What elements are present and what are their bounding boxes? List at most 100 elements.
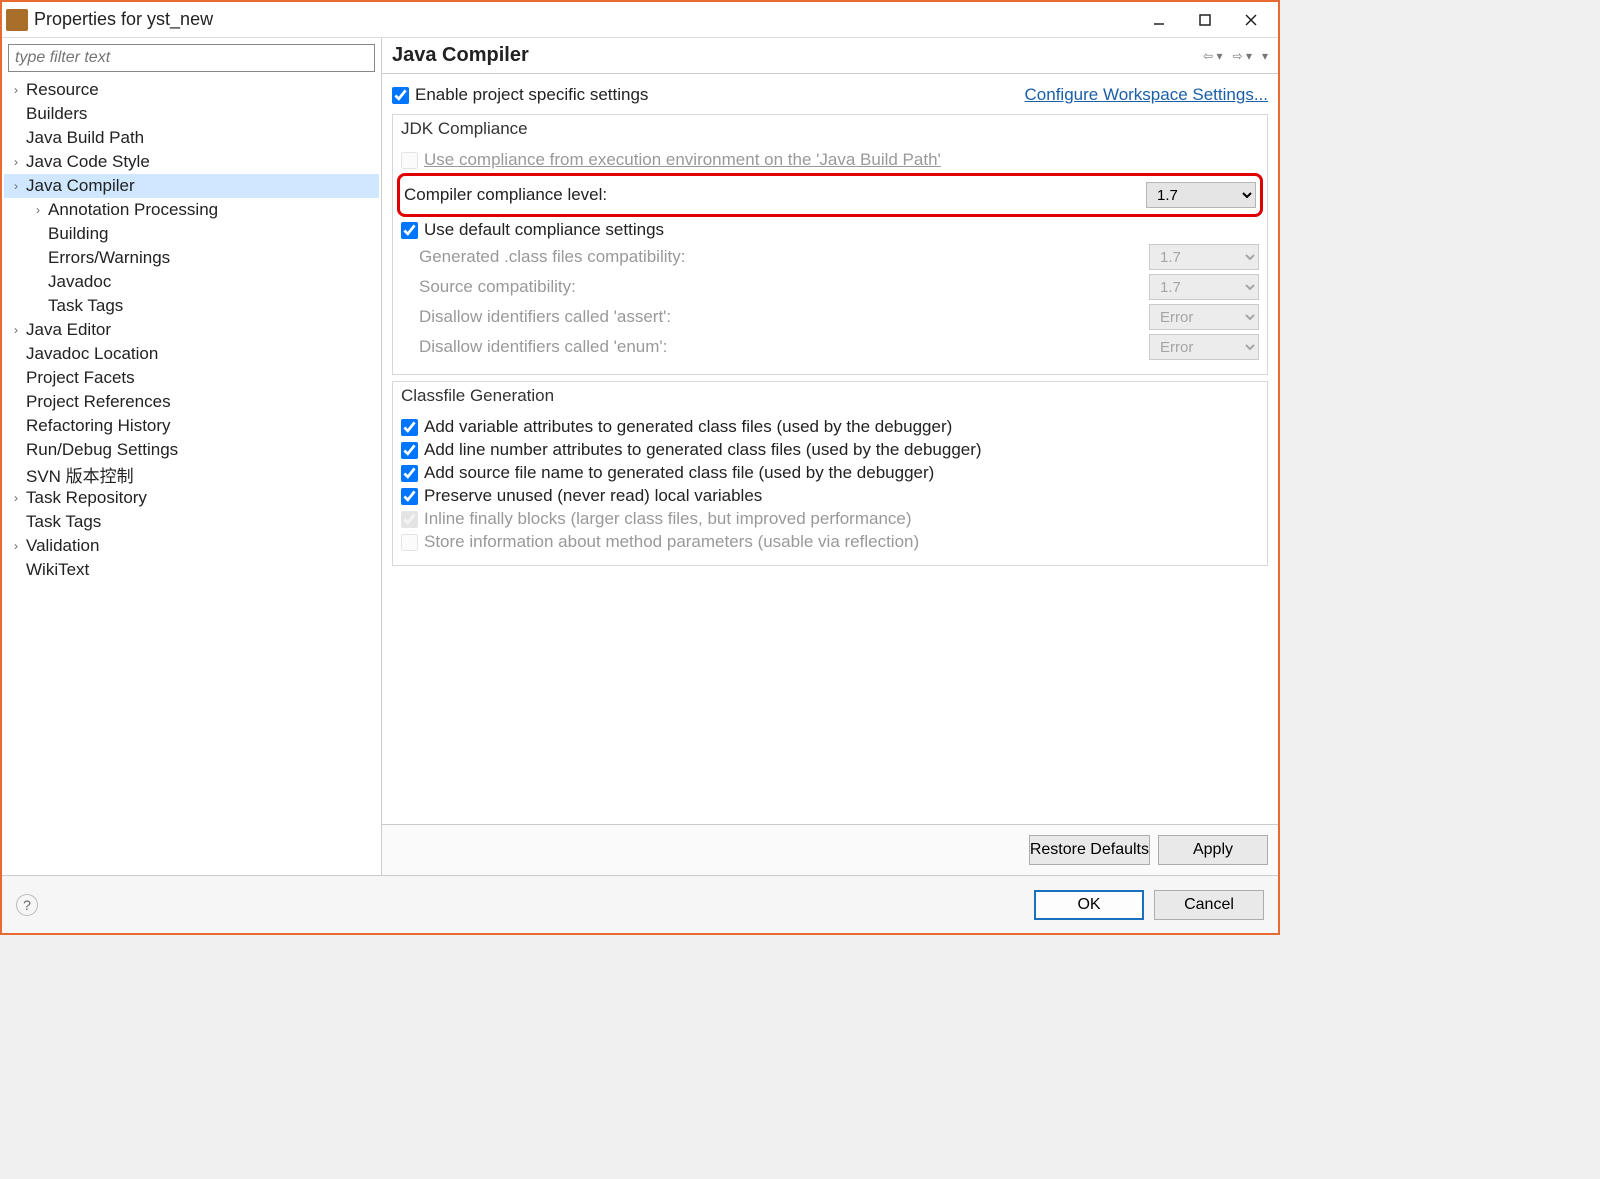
tree-item[interactable]: Javadoc: [4, 270, 379, 294]
dialog-footer: ? OK Cancel: [2, 875, 1278, 933]
page-title: Java Compiler: [392, 44, 1203, 67]
minimize-button[interactable]: [1136, 2, 1182, 38]
tree-item[interactable]: › Resource: [4, 78, 379, 102]
tree-item[interactable]: ›Java Editor: [4, 318, 379, 342]
maximize-button[interactable]: [1182, 2, 1228, 38]
category-tree[interactable]: › Resource Builders Java Build Path › Java Co…: [2, 74, 381, 875]
cf-var-attr-checkbox[interactable]: [401, 419, 418, 436]
tree-item[interactable]: › Java Code Style: [4, 150, 379, 174]
expand-icon[interactable]: ›: [10, 539, 22, 553]
cf-src-name[interactable]: Add source file name to generated class …: [401, 463, 1259, 483]
expand-icon[interactable]: ›: [10, 179, 22, 193]
ccl-select[interactable]: 1.7: [1146, 182, 1256, 208]
expand-icon[interactable]: ›: [10, 323, 22, 337]
tree-item[interactable]: Javadoc Location: [4, 342, 379, 366]
cf-preserve-label: Preserve unused (never read) local varia…: [424, 486, 762, 506]
gen-class-select: 1.7: [1149, 244, 1259, 270]
cf-line-num-checkbox[interactable]: [401, 442, 418, 459]
expand-icon[interactable]: ›: [10, 155, 22, 169]
cf-src-name-label: Add source file name to generated class …: [424, 463, 934, 483]
expand-icon[interactable]: ›: [10, 83, 22, 97]
tree-item-label: WikiText: [26, 560, 89, 580]
cf-store-params: Store information about method parameter…: [401, 532, 1259, 552]
tree-item-label: Java Build Path: [26, 128, 144, 148]
gen-class-label: Generated .class files compatibility:: [419, 247, 1149, 267]
tree-item[interactable]: Task Tags: [4, 510, 379, 534]
cancel-button[interactable]: Cancel: [1154, 890, 1264, 920]
enable-project-checkbox[interactable]: [392, 87, 409, 104]
tree-item-label: Javadoc Location: [26, 344, 158, 364]
tree-item[interactable]: WikiText: [4, 558, 379, 582]
page-nav-icons[interactable]: ⇦ ▾ ⇨ ▾ ▾: [1203, 49, 1268, 63]
page-header: Java Compiler ⇦ ▾ ⇨ ▾ ▾: [382, 38, 1278, 74]
expand-icon[interactable]: ›: [10, 491, 22, 505]
help-icon[interactable]: ?: [16, 894, 38, 916]
tree-item[interactable]: › Annotation Processing: [4, 198, 379, 222]
cf-store-checkbox: [401, 534, 418, 551]
configure-workspace-link[interactable]: Configure Workspace Settings...: [1025, 85, 1268, 105]
window-title: Properties for yst_new: [34, 9, 1136, 30]
classfile-section: Classfile Generation Add variable attrib…: [392, 381, 1268, 566]
tree-item[interactable]: Building: [4, 222, 379, 246]
settings-panel: Enable project specific settings Configu…: [382, 74, 1278, 576]
tree-item[interactable]: › Task Repository: [4, 486, 379, 510]
cf-inline-label: Inline finally blocks (larger class file…: [424, 509, 912, 529]
tree-item[interactable]: Refactoring History: [4, 414, 379, 438]
right-pane: Java Compiler ⇦ ▾ ⇨ ▾ ▾ Enable project s…: [382, 38, 1278, 875]
tree-item-label: Javadoc: [48, 272, 111, 292]
tree-item-label: Run/Debug Settings: [26, 440, 178, 460]
tree-item-label: Validation: [26, 536, 99, 556]
tree-item-label: Building: [48, 224, 109, 244]
cf-preserve-checkbox[interactable]: [401, 488, 418, 505]
dis-enum-label: Disallow identifiers called 'enum':: [419, 337, 1149, 357]
cf-var-attr[interactable]: Add variable attributes to generated cla…: [401, 417, 1259, 437]
tree-item-label: Resource: [26, 80, 99, 100]
filter-input[interactable]: [8, 44, 375, 72]
titlebar: Properties for yst_new: [2, 2, 1278, 38]
close-button[interactable]: [1228, 2, 1274, 38]
cf-preserve-unused[interactable]: Preserve unused (never read) local varia…: [401, 486, 1259, 506]
tree-item[interactable]: Run/Debug Settings: [4, 438, 379, 462]
tree-item[interactable]: Java Build Path: [4, 126, 379, 150]
use-default-compliance[interactable]: Use default compliance settings: [401, 220, 1259, 240]
ok-button[interactable]: OK: [1034, 890, 1144, 920]
tree-item-label: Builders: [26, 104, 87, 124]
tree-item[interactable]: SVN 版本控制: [4, 462, 379, 486]
tree-item-label: Java Compiler: [26, 176, 135, 196]
tree-item[interactable]: Errors/Warnings: [4, 246, 379, 270]
jdk-header: JDK Compliance: [393, 115, 1267, 143]
cf-line-num-label: Add line number attributes to generated …: [424, 440, 982, 460]
tree-item-label: Annotation Processing: [48, 200, 218, 220]
cf-src-name-checkbox[interactable]: [401, 465, 418, 482]
cf-store-label: Store information about method parameter…: [424, 532, 919, 552]
tree-item[interactable]: Task Tags: [4, 294, 379, 318]
tree-item-label: Project Facets: [26, 368, 135, 388]
tree-item-label: Java Code Style: [26, 152, 150, 172]
apply-button[interactable]: Apply: [1158, 835, 1268, 865]
classfile-header: Classfile Generation: [393, 382, 1267, 410]
tree-item[interactable]: Project References: [4, 390, 379, 414]
src-compat-select: 1.7: [1149, 274, 1259, 300]
compliance-level-highlight: Compiler compliance level: 1.7: [397, 173, 1263, 217]
tree-item[interactable]: Builders: [4, 102, 379, 126]
tree-item[interactable]: Project Facets: [4, 366, 379, 390]
use-exec-env-checkbox: [401, 152, 418, 169]
use-default-checkbox[interactable]: [401, 222, 418, 239]
button-bar: Restore Defaults Apply: [382, 824, 1278, 875]
cf-line-num[interactable]: Add line number attributes to generated …: [401, 440, 1259, 460]
tree-item-label: Errors/Warnings: [48, 248, 170, 268]
tree-item-label: Task Tags: [26, 512, 101, 532]
tree-item-label: Refactoring History: [26, 416, 171, 436]
tree-item[interactable]: › Validation: [4, 534, 379, 558]
app-icon: [6, 9, 28, 31]
tree-item[interactable]: › Java Compiler: [4, 174, 379, 198]
tree-item-label: SVN 版本控制: [26, 462, 134, 487]
dis-enum-select: Error: [1149, 334, 1259, 360]
dis-assert-label: Disallow identifiers called 'assert':: [419, 307, 1149, 327]
dis-assert-select: Error: [1149, 304, 1259, 330]
enable-project-specific[interactable]: Enable project specific settings: [392, 85, 648, 105]
restore-defaults-button[interactable]: Restore Defaults: [1029, 835, 1150, 865]
use-exec-env-label: Use compliance from execution environmen…: [424, 150, 941, 170]
expand-icon[interactable]: ›: [32, 203, 44, 217]
tree-item-label: Task Repository: [26, 488, 147, 508]
